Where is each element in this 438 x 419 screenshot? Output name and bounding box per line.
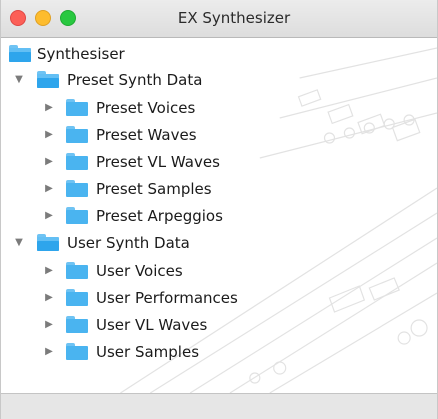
folder-open-icon xyxy=(37,71,59,88)
tree-item-preset-samples[interactable]: ▶ Preset Samples xyxy=(1,175,437,202)
tree-item-label: User VL Waves xyxy=(96,315,208,334)
title-bar[interactable]: EX Synthesizer xyxy=(1,0,437,38)
tree-item-label: Preset Arpeggios xyxy=(96,206,223,225)
disclosure-collapsed-icon[interactable]: ▶ xyxy=(43,210,55,222)
tree-group-user-synth-data[interactable]: ▼ User Synth Data xyxy=(1,229,437,256)
status-bar xyxy=(1,393,437,419)
disclosure-collapsed-icon[interactable]: ▶ xyxy=(43,346,55,358)
disclosure-collapsed-icon[interactable]: ▶ xyxy=(43,156,55,168)
tree-item-label: User Voices xyxy=(96,261,183,280)
tree-group-preset-synth-data[interactable]: ▼ Preset Synth Data xyxy=(1,66,437,93)
folder-icon xyxy=(66,316,88,333)
tree-item-label: Preset Samples xyxy=(96,179,212,198)
disclosure-collapsed-icon[interactable]: ▶ xyxy=(43,292,55,304)
tree-item-user-samples[interactable]: ▶ User Samples xyxy=(1,338,437,365)
folder-icon xyxy=(66,99,88,116)
folder-icon xyxy=(66,289,88,306)
tree-item-user-vl-waves[interactable]: ▶ User VL Waves xyxy=(1,311,437,338)
tree-item-user-performances[interactable]: ▶ User Performances xyxy=(1,284,437,311)
disclosure-collapsed-icon[interactable]: ▶ xyxy=(43,319,55,331)
folder-open-icon xyxy=(9,45,31,62)
tree-item-preset-waves[interactable]: ▶ Preset Waves xyxy=(1,121,437,148)
disclosure-collapsed-icon[interactable]: ▶ xyxy=(43,183,55,195)
folder-icon xyxy=(66,343,88,360)
disclosure-expanded-icon[interactable]: ▼ xyxy=(13,74,25,86)
disclosure-collapsed-icon[interactable]: ▶ xyxy=(43,102,55,114)
folder-icon xyxy=(66,207,88,224)
tree-group-label: User Synth Data xyxy=(67,233,190,252)
tree-group-label: Preset Synth Data xyxy=(67,70,203,89)
tree-item-preset-arpeggios[interactable]: ▶ Preset Arpeggios xyxy=(1,202,437,229)
window-title: EX Synthesizer xyxy=(177,9,291,27)
folder-icon xyxy=(66,262,88,279)
folder-open-icon xyxy=(37,234,59,251)
tree-root-synthesiser[interactable]: Synthesiser xyxy=(1,40,437,67)
tree-item-label: Preset Voices xyxy=(96,98,196,117)
disclosure-collapsed-icon[interactable]: ▶ xyxy=(43,265,55,277)
tree-item-label: User Samples xyxy=(96,342,200,361)
app-window: EX Synthesizer Synthesiser ▼ Preset Synt… xyxy=(0,0,438,419)
disclosure-collapsed-icon[interactable]: ▶ xyxy=(43,129,55,141)
tree-item-label: User Performances xyxy=(96,288,238,307)
tree-item-preset-voices[interactable]: ▶ Preset Voices xyxy=(1,94,437,121)
folder-icon xyxy=(66,153,88,170)
tree-panel: Synthesiser ▼ Preset Synth Data ▶ Preset… xyxy=(1,38,437,393)
folder-icon xyxy=(66,126,88,143)
tree-item-label: Preset Waves xyxy=(96,125,197,144)
tree-item-user-voices[interactable]: ▶ User Voices xyxy=(1,257,437,284)
disclosure-expanded-icon[interactable]: ▼ xyxy=(13,237,25,249)
folder-icon xyxy=(66,180,88,197)
tree-root-label: Synthesiser xyxy=(37,44,125,63)
tree-item-preset-vl-waves[interactable]: ▶ Preset VL Waves xyxy=(1,148,437,175)
tree-item-label: Preset VL Waves xyxy=(96,152,220,171)
